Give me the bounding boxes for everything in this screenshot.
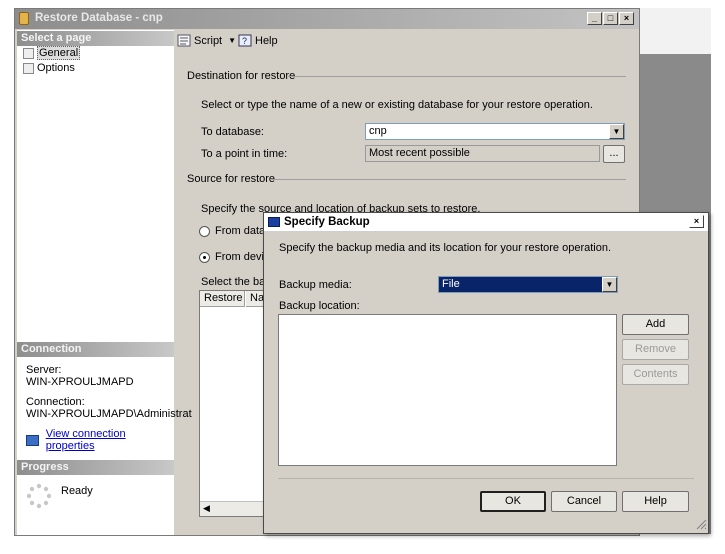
help-dialog-button[interactable]: Help <box>622 491 689 512</box>
progress-status: Ready <box>61 485 93 497</box>
help-button[interactable]: ? Help <box>238 34 278 47</box>
database-icon <box>19 12 29 25</box>
chevron-down-icon[interactable]: ▼ <box>609 124 624 139</box>
grid-column-header[interactable]: Restore <box>200 291 245 307</box>
browse-point-in-time-button[interactable]: ... <box>603 145 625 163</box>
remove-button[interactable]: Remove <box>622 339 689 360</box>
radio-button[interactable] <box>199 251 210 263</box>
page-general[interactable]: General <box>23 46 81 60</box>
chevron-down-icon[interactable]: ▼ <box>602 277 617 292</box>
dialog-icon <box>268 217 280 227</box>
view-connection-properties[interactable]: View connection properties <box>26 428 174 452</box>
help-label: Help <box>255 34 278 47</box>
connection-header: Connection <box>17 342 174 357</box>
section-divider <box>270 179 626 180</box>
from-database-radio[interactable]: From datab <box>199 225 271 237</box>
page-icon <box>23 62 34 74</box>
point-in-time-value: Most recent possible <box>369 147 470 159</box>
help-icon: ? <box>238 34 252 47</box>
dialog-close-button[interactable]: × <box>689 215 704 228</box>
script-label: Script <box>194 34 223 47</box>
specify-backup-dialog: Specify Backup × Specify the backup medi… <box>263 212 709 534</box>
view-connection-link[interactable]: View connection properties <box>46 428 174 452</box>
left-pane: Select a page General Options Connection… <box>17 30 192 535</box>
resize-grip-icon[interactable] <box>695 518 707 530</box>
to-database-combo[interactable]: cnp ▼ <box>365 123 625 140</box>
from-device-label: From devic <box>215 251 270 263</box>
add-button[interactable]: Add <box>622 314 689 335</box>
backup-location-label: Backup location: <box>279 300 360 312</box>
dialog-description: Specify the backup media and its locatio… <box>279 242 612 254</box>
radio-button[interactable] <box>199 225 210 237</box>
main-titlebar[interactable]: Restore Database - cnp _ □ × <box>15 9 639 29</box>
toolbar: Script ▼ ? Help <box>175 30 639 52</box>
maximize-button[interactable]: □ <box>603 12 618 25</box>
destination-description: Select or type the name of a new or exis… <box>201 99 593 111</box>
svg-text:?: ? <box>242 36 247 46</box>
close-button[interactable]: × <box>619 12 634 25</box>
script-button[interactable]: Script ▼ <box>177 34 236 47</box>
dialog-titlebar[interactable]: Specify Backup × <box>264 213 708 232</box>
progress-spinner-icon <box>26 483 52 509</box>
destination-section-title: Destination for restore <box>187 70 296 82</box>
scroll-left-icon[interactable]: ◀ <box>203 503 210 514</box>
section-divider <box>288 76 626 77</box>
background-panel <box>639 8 711 54</box>
connection-label: Connection: <box>26 396 85 408</box>
window-title: Restore Database - cnp <box>35 12 163 24</box>
progress-header: Progress <box>17 460 174 475</box>
page-options[interactable]: Options <box>23 61 75 75</box>
source-section-title: Source for restore <box>187 173 276 185</box>
point-in-time-field: Most recent possible <box>365 145 600 162</box>
backup-media-select[interactable]: File ▼ <box>438 276 618 293</box>
dropdown-arrow-icon: ▼ <box>228 36 237 45</box>
server-label: Server: <box>26 364 62 376</box>
backup-location-list[interactable] <box>278 314 617 466</box>
script-icon <box>177 34 191 47</box>
to-database-value: cnp <box>369 125 387 137</box>
dialog-divider <box>278 478 694 479</box>
contents-button[interactable]: Contents <box>622 364 689 385</box>
server-value: WIN-XPROULJMAPD <box>26 376 134 388</box>
minimize-button[interactable]: _ <box>587 12 602 25</box>
connection-properties-icon <box>26 434 39 446</box>
backup-media-label: Backup media: <box>279 279 352 291</box>
to-database-label: To database: <box>201 126 264 138</box>
ok-button[interactable]: OK <box>480 491 546 512</box>
cancel-button[interactable]: Cancel <box>551 491 617 512</box>
select-backup-label: Select the bac <box>201 276 271 288</box>
backup-media-value: File <box>442 278 460 290</box>
connection-value: WIN-XPROULJMAPD\Administrat <box>26 408 192 420</box>
from-device-radio[interactable]: From devic <box>199 251 269 263</box>
dialog-title: Specify Backup <box>284 216 370 228</box>
page-icon <box>23 47 34 59</box>
point-in-time-label: To a point in time: <box>201 148 288 160</box>
select-page-header: Select a page <box>17 31 174 46</box>
page-options-label: Options <box>37 62 75 74</box>
page-general-label: General <box>37 46 81 60</box>
